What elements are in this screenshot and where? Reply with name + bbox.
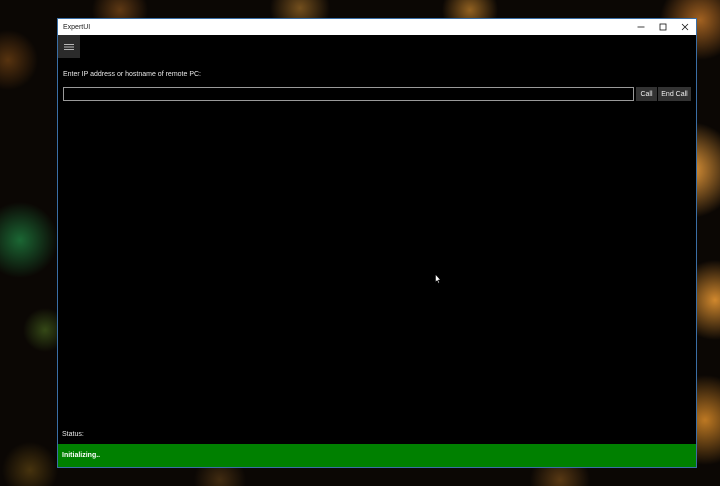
minimize-icon xyxy=(637,26,645,28)
ip-address-input[interactable] xyxy=(63,87,634,101)
maximize-icon xyxy=(659,23,667,31)
call-button[interactable]: Call xyxy=(636,87,657,101)
app-content: Enter IP address or hostname of remote P… xyxy=(58,35,696,467)
maximize-button[interactable] xyxy=(652,19,674,35)
status-bar: Initializing.. xyxy=(58,444,696,467)
ip-prompt-label: Enter IP address or hostname of remote P… xyxy=(63,71,201,78)
window-title: ExpertUI xyxy=(63,23,91,31)
hamburger-menu-icon xyxy=(64,43,74,50)
title-bar[interactable]: ExpertUI xyxy=(58,19,696,35)
minimize-button[interactable] xyxy=(630,19,652,35)
hamburger-menu-button[interactable] xyxy=(58,35,80,58)
close-icon xyxy=(681,23,689,31)
end-call-button[interactable]: End Call xyxy=(658,87,691,101)
close-button[interactable] xyxy=(674,19,696,35)
status-message: Initializing.. xyxy=(62,452,101,459)
app-window: ExpertUI Enter IP address or hostname of… xyxy=(57,18,697,468)
mouse-cursor-icon xyxy=(435,274,441,284)
status-label: Status: xyxy=(62,431,84,438)
